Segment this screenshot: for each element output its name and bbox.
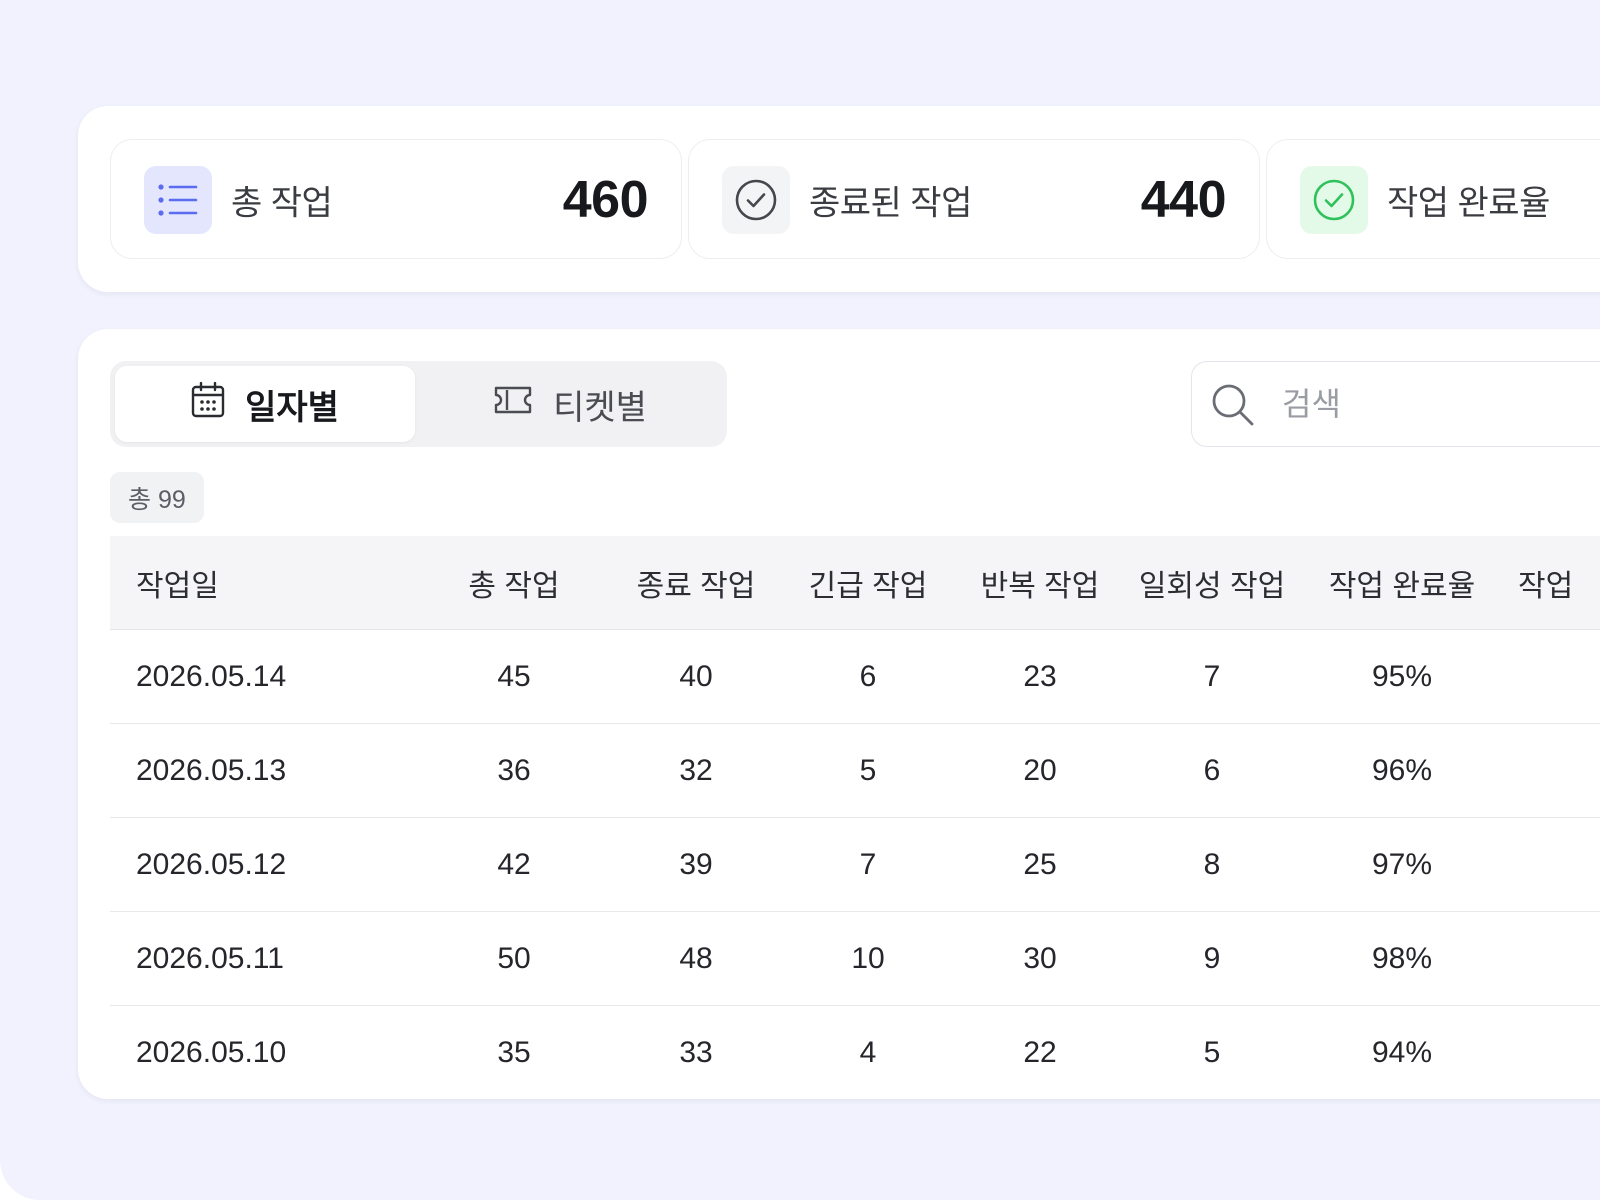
- search-icon: [1210, 382, 1256, 433]
- search-input[interactable]: [1282, 376, 1600, 432]
- table-row[interactable]: 2026.05.11 50 48 10 30 9 98%: [110, 912, 1600, 1006]
- cell-one-time: 9: [1203, 941, 1221, 975]
- cell-completed: 48: [679, 941, 713, 975]
- table-row[interactable]: 2026.05.14 45 40 6 23 7 95%: [110, 630, 1600, 724]
- header-urgent[interactable]: 긴급 작업: [803, 536, 933, 629]
- stat-label: 작업 완료율: [1387, 184, 1550, 223]
- tab-by-date[interactable]: 일자별: [115, 366, 415, 442]
- cell-one-time: 5: [1203, 1036, 1221, 1069]
- cell-date: 2026.05.12: [136, 847, 287, 881]
- cell-completion-rate: 98%: [1371, 941, 1433, 975]
- tab-by-ticket[interactable]: 티켓별: [420, 366, 720, 442]
- cell-urgent: 5: [859, 753, 877, 787]
- header-work-date[interactable]: 작업일: [136, 536, 396, 629]
- stat-label: 종료된 작업: [809, 184, 972, 223]
- stat-label: 총 작업: [231, 184, 333, 223]
- cell-total: 42: [497, 847, 531, 881]
- cell-total: 45: [497, 659, 531, 693]
- stat-card-completion-rate: 작업 완료율: [1266, 139, 1600, 259]
- cell-total: 36: [497, 753, 531, 787]
- check-circle-icon: [722, 166, 790, 234]
- table-panel: 일자별 티켓별 총 99: [78, 329, 1600, 1099]
- stat-value: 440: [1140, 171, 1227, 229]
- table-row[interactable]: 2026.05.13 36 32 5 20 6 96%: [110, 724, 1600, 818]
- cell-urgent: 7: [859, 847, 877, 881]
- stat-card-total: 총 작업 460: [110, 139, 682, 259]
- cell-date: 2026.05.11: [136, 941, 284, 975]
- tab-label: 일자별: [245, 388, 339, 427]
- header-one-time[interactable]: 일회성 작업: [1137, 536, 1287, 629]
- cell-date: 2026.05.10: [136, 1036, 287, 1069]
- cell-completed: 40: [679, 659, 713, 693]
- cell-completion-rate: 94%: [1371, 1036, 1433, 1069]
- stat-value: 460: [562, 171, 649, 229]
- table-header-row: 작업일 총 작업 종료 작업 긴급 작업 반복 작업 일회성 작업 작업 완료율…: [110, 536, 1600, 630]
- cell-completed: 33: [679, 1036, 713, 1069]
- cell-completion-rate: 96%: [1371, 753, 1433, 787]
- check-circle-green-icon: [1300, 166, 1368, 234]
- ticket-icon: [493, 385, 533, 424]
- cell-one-time: 8: [1203, 847, 1221, 881]
- cell-one-time: 6: [1203, 753, 1221, 787]
- header-extra[interactable]: 작업: [1518, 536, 1600, 629]
- cell-recurring: 25: [1023, 847, 1057, 881]
- cell-urgent: 10: [851, 941, 885, 975]
- dashboard-canvas: 총 작업 460 종료된 작업 440 작업 완료율 일자별 티켓별 검색 총 …: [0, 0, 1600, 1200]
- cell-completion-rate: 97%: [1371, 847, 1433, 881]
- header-total[interactable]: 총 작업: [459, 536, 569, 629]
- search-box: [1191, 361, 1600, 447]
- data-table: 작업일 총 작업 종료 작업 긴급 작업 반복 작업 일회성 작업 작업 완료율…: [110, 536, 1600, 1099]
- header-completed[interactable]: 종료 작업: [631, 536, 761, 629]
- cell-date: 2026.05.13: [136, 753, 287, 787]
- cell-recurring: 23: [1023, 659, 1057, 693]
- cell-completion-rate: 95%: [1371, 659, 1433, 693]
- cell-completed: 32: [679, 753, 713, 787]
- table-row[interactable]: 2026.05.12 42 39 7 25 8 97%: [110, 818, 1600, 912]
- cell-urgent: 6: [859, 659, 877, 693]
- calendar-icon: [191, 381, 225, 427]
- cell-recurring: 22: [1023, 1036, 1057, 1069]
- table-row[interactable]: 2026.05.10 35 33 4 22 5 94%: [110, 1006, 1600, 1099]
- cell-recurring: 20: [1023, 753, 1057, 787]
- cell-one-time: 7: [1203, 659, 1221, 693]
- stats-panel: 총 작업 460 종료된 작업 440 작업 완료율: [78, 106, 1600, 292]
- header-completion-rate[interactable]: 작업 완료율: [1327, 536, 1477, 629]
- header-recurring[interactable]: 반복 작업: [975, 536, 1105, 629]
- stat-card-completed: 종료된 작업 440: [688, 139, 1260, 259]
- tab-label: 티켓별: [553, 388, 647, 427]
- cell-recurring: 30: [1023, 941, 1057, 975]
- total-count-badge: 총 99: [110, 472, 204, 523]
- cell-completed: 39: [679, 847, 713, 881]
- cell-date: 2026.05.14: [136, 659, 287, 693]
- cell-urgent: 4: [859, 1036, 877, 1069]
- cell-total: 35: [497, 1036, 531, 1069]
- view-toggle: 일자별 티켓별: [110, 361, 727, 447]
- cell-total: 50: [497, 941, 531, 975]
- list-icon: [144, 166, 212, 234]
